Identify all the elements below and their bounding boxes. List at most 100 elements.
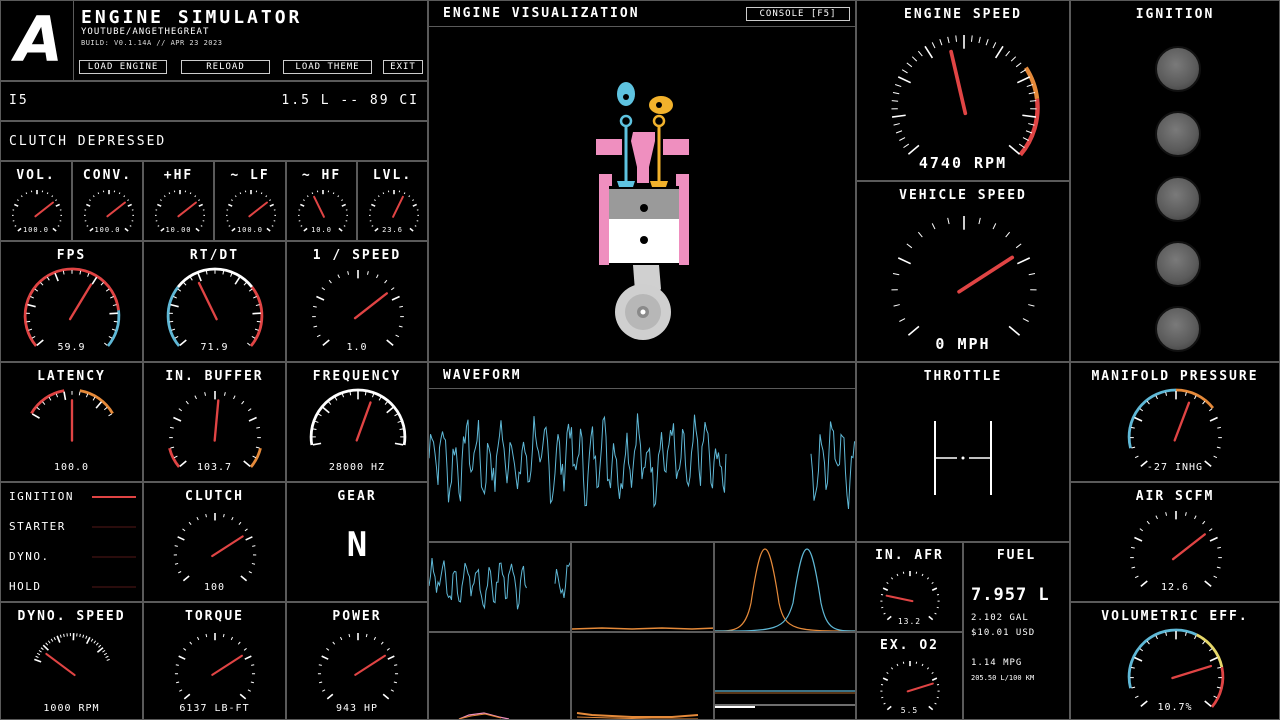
gauge-tick [90, 638, 94, 642]
gauge-tick [105, 655, 109, 659]
gear-value: N [346, 525, 368, 565]
header-panel: A ENGINE SIMULATOR YOUTUBE/ANGETHEGREAT … [0, 0, 428, 81]
gauge-tick [174, 562, 179, 565]
gauge-tick [1022, 318, 1029, 322]
gauge-tick [85, 636, 91, 645]
gauge-tick [103, 652, 108, 656]
piston-cylinder-graphic [596, 82, 689, 340]
gauge-tick [907, 325, 920, 336]
gauge-tick [100, 282, 104, 286]
gauge-needle [197, 281, 218, 321]
gauge-tick [79, 270, 82, 275]
in-buffer-label: IN. BUFFER [165, 369, 264, 384]
gauge-tick [390, 689, 394, 692]
gauge-tick [252, 545, 256, 547]
gauge-tick [882, 587, 889, 592]
gauge-tick [240, 575, 248, 582]
gauge-tick [88, 199, 91, 201]
gauge-tick [326, 648, 330, 651]
gauge-tick [931, 581, 934, 585]
gauge-tick [1134, 455, 1139, 459]
gauge-tick [173, 416, 182, 422]
engine-name: I5 [9, 93, 29, 108]
gauge-tick [921, 573, 924, 577]
gauge-arc [30, 389, 65, 415]
exit-button[interactable]: EXIT [383, 60, 423, 74]
gauge-tick [46, 276, 50, 281]
latency-value: 100.0 [53, 462, 90, 473]
waveform-title: WAVEFORM [443, 368, 522, 383]
gauge-tick [341, 393, 345, 398]
gauge-tick [170, 446, 175, 449]
load-theme-button[interactable]: LOAD THEME [283, 60, 372, 74]
audio-gauge-conv: CONV. 100.0 [72, 161, 143, 241]
gauge-tick [883, 702, 886, 705]
gauge-tick [1134, 416, 1143, 422]
gauge-tick [1217, 666, 1221, 669]
vehicle-speed-value: 0 MPH [935, 335, 991, 353]
gauge-value: 100.0 [236, 226, 264, 234]
gauge-tick [931, 223, 936, 230]
gauge-tick [1194, 515, 1197, 520]
gauge-tick [399, 305, 403, 308]
gauge-tick [63, 391, 67, 401]
manifold-pressure-gauge [1127, 388, 1222, 467]
gauge-tick [895, 130, 903, 134]
volumetric-eff-panel: VOLUMETRIC EFF. 10.7% [1070, 602, 1280, 720]
gauge-tick [159, 199, 162, 201]
gauge-tick [97, 192, 100, 195]
gauge-tick [347, 271, 349, 275]
indicator-panel: IGNITION STARTER DYNO. HOLD [0, 482, 143, 602]
gauge-tick [42, 644, 49, 651]
gauge-tick [348, 633, 351, 638]
gauge-tick [106, 658, 110, 661]
gauge-tick [103, 407, 108, 411]
gauge-tick [178, 655, 186, 660]
throttle-panel: THROTTLE [856, 362, 1070, 542]
gauge-tick [1134, 656, 1143, 662]
gauge-tick [322, 689, 326, 692]
gauge-tick [890, 667, 894, 670]
gauge-value: 100.0 [22, 226, 50, 234]
in-afr-value: 13.2 [897, 617, 922, 626]
gauge-tick [118, 192, 121, 195]
cam-lift-plot [715, 548, 855, 631]
gauge-tick [316, 334, 321, 338]
engine-speed-panel: ENGINE SPEED 4740 RPM [856, 0, 1070, 181]
gauge-tick [254, 328, 259, 331]
console-button[interactable]: CONSOLE [F5] [746, 7, 850, 21]
gauge-tick [256, 426, 260, 429]
gauge-tick [373, 636, 377, 641]
gauge-tick [300, 203, 305, 207]
gauge-tick [386, 648, 390, 651]
indicator-dyno: DYNO. [9, 550, 136, 566]
gauge-tick [321, 287, 326, 291]
gauge-tick [260, 192, 263, 195]
reload-button[interactable]: RELOAD [181, 60, 270, 74]
audio-gauge-hf: ~ HF 10.0 [286, 161, 357, 241]
gauge-tick [86, 203, 91, 207]
gauge-tick [931, 587, 938, 592]
gauge-tick [1202, 400, 1206, 405]
gauge-tick [978, 217, 981, 225]
gauge-needle [949, 49, 968, 116]
fps-value: 59.9 [57, 342, 86, 353]
volumetric-eff-value: 10.7% [1157, 702, 1193, 713]
gauge-tick [365, 633, 368, 638]
gauge-tick [890, 577, 894, 580]
gauge-tick [168, 192, 171, 195]
gauge-tick [312, 442, 322, 446]
gauge-value: 10.00 [165, 226, 192, 234]
gauge-label: LVL. [372, 168, 413, 183]
ignition-lamp-5 [1155, 306, 1201, 352]
power-label: POWER [332, 609, 382, 624]
valve-plot-panel [714, 632, 856, 720]
gauge-tick [1209, 536, 1218, 542]
load-engine-button[interactable]: LOAD ENGINE [79, 60, 167, 74]
gauge-needle [313, 195, 325, 218]
power-panel: POWER 943 HP [286, 602, 428, 720]
gauge-tick [328, 279, 332, 284]
gauge-tick [1008, 325, 1021, 336]
gauge-tick [204, 392, 206, 396]
gauge-tick [16, 199, 19, 201]
